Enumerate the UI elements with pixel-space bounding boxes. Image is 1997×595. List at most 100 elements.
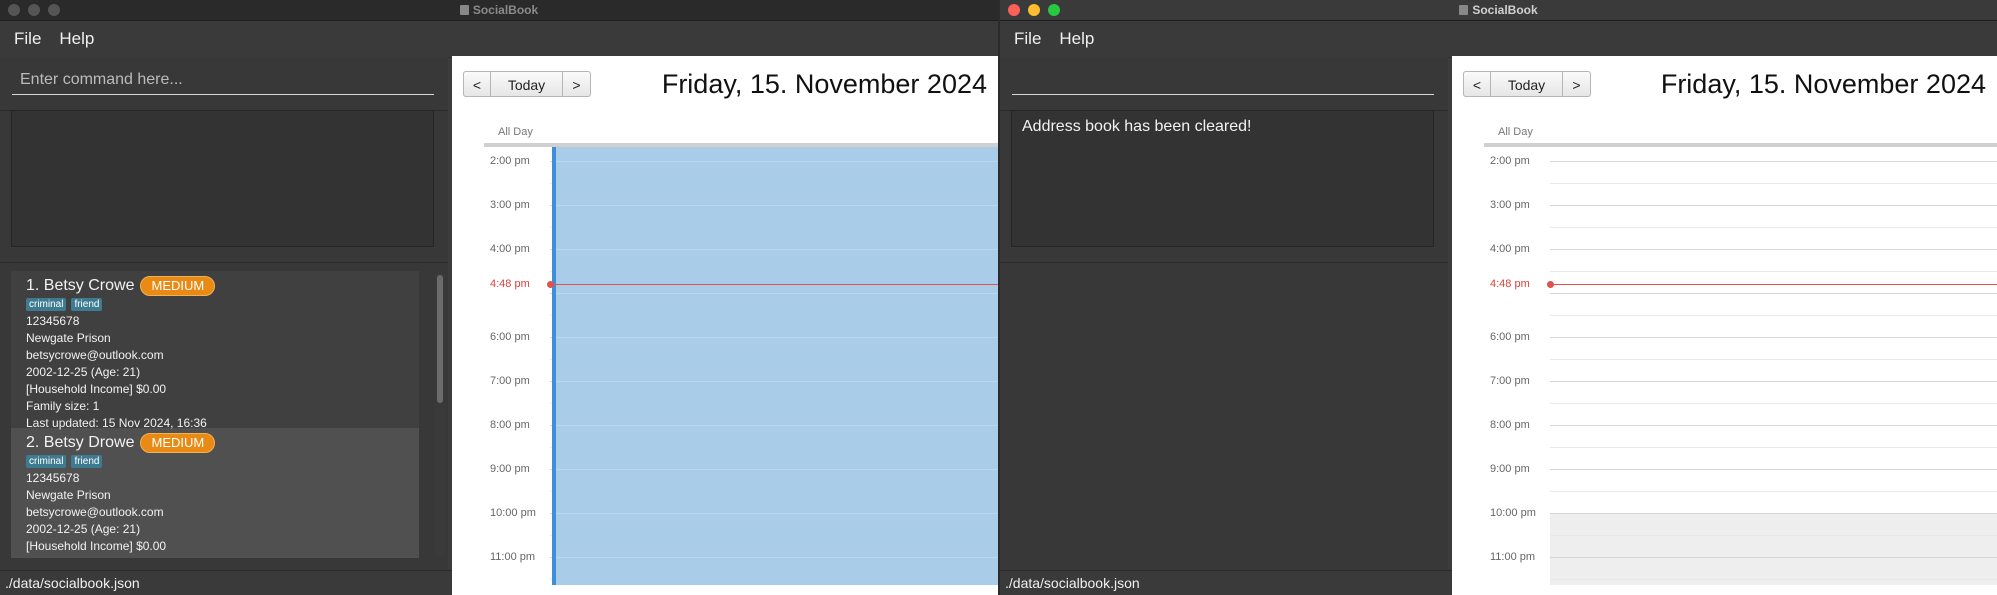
next-day-button[interactable]: > xyxy=(1563,71,1591,97)
half-hour-line xyxy=(1550,183,1997,184)
person-list[interactable]: 1. Betsy Crowe MEDIUM criminal friend 12… xyxy=(11,271,419,558)
today-button[interactable]: Today xyxy=(491,71,563,97)
current-time-label: 4:48 pm xyxy=(1490,278,1530,291)
half-hour-line xyxy=(1550,315,1997,316)
time-label: 4:00 pm xyxy=(1490,243,1530,255)
title-bar[interactable]: SocialBook xyxy=(1000,0,1997,21)
socialbook-window-left: SocialBook File Help 1. Betsy Crowe MEDI… xyxy=(0,0,998,595)
person-income: [Household Income] $0.00 xyxy=(26,539,167,553)
event-grid-line xyxy=(556,513,998,514)
person-list[interactable] xyxy=(1011,271,1419,558)
all-day-label: All Day xyxy=(1498,126,1533,138)
command-input[interactable] xyxy=(1012,66,1434,95)
current-time-line xyxy=(1550,284,1997,286)
calendar-nav: < Today > xyxy=(463,71,591,97)
tag-list: criminal friend xyxy=(26,455,404,468)
current-time-label: 4:48 pm xyxy=(490,278,530,291)
time-label: 11:00 pm xyxy=(490,551,536,563)
time-label: 10:00 pm xyxy=(1490,507,1536,519)
calendar-pane: < Today > Friday, 15. November 2024 All … xyxy=(452,56,998,595)
person-name: 1. Betsy Crowe xyxy=(26,276,135,294)
event-grid-line xyxy=(556,557,998,558)
app-icon xyxy=(459,5,469,15)
hour-line xyxy=(1550,513,1997,514)
person-income: [Household Income] $0.00 xyxy=(26,382,167,396)
window-title: SocialBook xyxy=(1000,3,1997,17)
scrollbar-thumb[interactable] xyxy=(437,275,443,403)
half-hour-line xyxy=(1550,447,1997,448)
person-email: betsycrowe@outlook.com xyxy=(26,505,164,519)
person-phone: 12345678 xyxy=(26,314,80,328)
left-pane: Address book has been cleared! xyxy=(1000,57,1448,570)
half-hour-line xyxy=(1550,535,1997,536)
time-label: 8:00 pm xyxy=(490,419,530,431)
menu-file[interactable]: File xyxy=(1014,29,1041,49)
event-grid-line xyxy=(556,469,998,470)
menu-bar: File Help xyxy=(1000,21,1997,58)
tag: friend xyxy=(71,455,103,468)
result-display: Address book has been cleared! xyxy=(1011,110,1434,247)
menu-help[interactable]: Help xyxy=(1059,29,1094,49)
half-hour-line xyxy=(1550,403,1997,404)
hour-line xyxy=(1550,293,1997,294)
result-display xyxy=(11,110,434,247)
calendar-date: Friday, 15. November 2024 xyxy=(1660,69,1986,99)
person-name-row: 2. Betsy Drowe MEDIUM xyxy=(26,432,404,453)
window-title: SocialBook xyxy=(0,3,998,17)
status-bar: ./data/socialbook.json xyxy=(0,570,452,595)
menu-help[interactable]: Help xyxy=(59,29,94,49)
time-label: 6:00 pm xyxy=(1490,331,1530,343)
current-time-dot xyxy=(1547,281,1554,289)
priority-badge: MEDIUM xyxy=(140,275,216,296)
half-hour-line xyxy=(1550,579,1997,580)
command-area xyxy=(1000,57,1448,111)
event-grid-line xyxy=(556,161,998,162)
hour-line xyxy=(1550,557,1997,558)
time-label: 7:00 pm xyxy=(490,375,530,387)
person-card[interactable]: 1. Betsy Crowe MEDIUM criminal friend 12… xyxy=(11,271,419,430)
person-list-scrollbar[interactable] xyxy=(435,271,445,558)
time-label: 2:00 pm xyxy=(490,155,530,167)
person-list-panel xyxy=(1000,262,1448,570)
command-input[interactable] xyxy=(12,66,434,95)
day-grid[interactable]: 2:00 pm 3:00 pm 4:00 pm 6:00 pm 7:00 pm 8:00 … xyxy=(1484,147,1997,585)
time-label: 9:00 pm xyxy=(490,463,530,475)
event-grid-line xyxy=(556,293,998,294)
calendar-pane: < Today > Friday, 15. November 2024 All … xyxy=(1452,56,1997,595)
time-label: 10:00 pm xyxy=(490,507,536,519)
calendar-nav: < Today > xyxy=(1463,71,1591,97)
priority-badge: MEDIUM xyxy=(140,432,216,453)
half-hour-line xyxy=(1550,227,1997,228)
person-email: betsycrowe@outlook.com xyxy=(26,348,164,362)
calendar-date: Friday, 15. November 2024 xyxy=(661,69,987,99)
person-card[interactable]: 2. Betsy Drowe MEDIUM criminal friend 12… xyxy=(11,428,419,558)
window-title-text: SocialBook xyxy=(472,3,539,17)
time-label: 9:00 pm xyxy=(1490,463,1530,475)
command-area xyxy=(0,57,448,111)
day-grid[interactable]: 2:00 pm 3:00 pm 4:00 pm 6:00 pm 7:00 pm 8:00 … xyxy=(484,147,998,585)
hour-line xyxy=(1550,337,1997,338)
app-icon xyxy=(1459,5,1469,15)
time-label: 3:00 pm xyxy=(490,199,530,211)
half-hour-line xyxy=(1550,271,1997,272)
menu-file[interactable]: File xyxy=(14,29,41,49)
today-button[interactable]: Today xyxy=(1491,71,1563,97)
person-address: Newgate Prison xyxy=(26,488,111,502)
status-bar: ./data/socialbook.json xyxy=(1000,570,1452,595)
window-title-text: SocialBook xyxy=(1472,3,1538,17)
hour-line xyxy=(1550,161,1997,162)
calendar-event[interactable] xyxy=(552,147,998,585)
event-grid-line xyxy=(556,205,998,206)
tag: criminal xyxy=(26,455,67,468)
hour-line xyxy=(1550,381,1997,382)
time-label: 7:00 pm xyxy=(1490,375,1530,387)
socialbook-window-right: SocialBook File Help Address book has be… xyxy=(1000,0,1997,595)
prev-day-button[interactable]: < xyxy=(1463,71,1491,97)
person-dob: 2002-12-25 (Age: 21) xyxy=(26,365,141,379)
prev-day-button[interactable]: < xyxy=(463,71,491,97)
event-grid-line xyxy=(556,425,998,426)
next-day-button[interactable]: > xyxy=(563,71,591,97)
person-address: Newgate Prison xyxy=(26,331,111,345)
person-name-row: 1. Betsy Crowe MEDIUM xyxy=(26,275,404,296)
title-bar[interactable]: SocialBook xyxy=(0,0,998,21)
